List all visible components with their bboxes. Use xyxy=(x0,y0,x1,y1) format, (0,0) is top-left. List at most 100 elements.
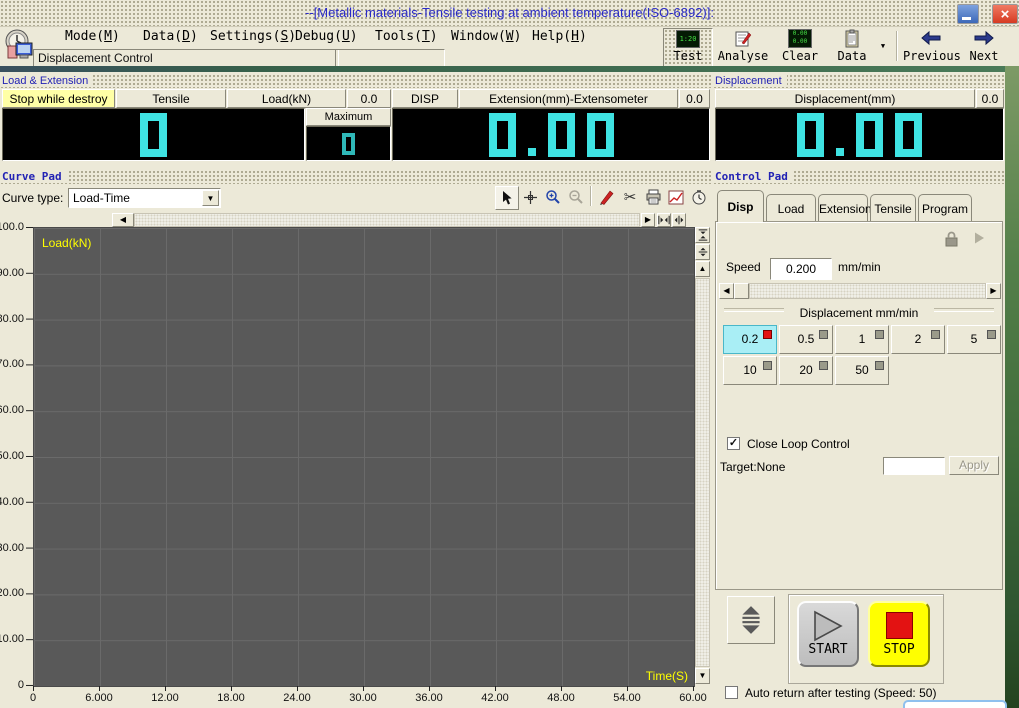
menu-mode[interactable]: Mode(M) xyxy=(65,29,120,44)
load-small-value: 0.0 xyxy=(347,89,391,108)
chart-plot-area: Load(kN) Time(S) xyxy=(33,227,695,687)
tab-load[interactable]: Load xyxy=(766,194,816,222)
menu-debug[interactable]: Debug(U) xyxy=(295,29,358,44)
segment-digit xyxy=(342,132,355,155)
tab-extension[interactable]: Extension xyxy=(818,194,872,222)
chart-fit-out-x-button[interactable] xyxy=(672,213,686,227)
x-tick-label: 12.00 xyxy=(151,692,179,704)
data-button[interactable]: Data xyxy=(831,28,873,65)
speed-button-0.5[interactable]: 0.5 xyxy=(779,325,833,354)
menu-settings[interactable]: Settings(S) xyxy=(210,29,296,44)
next-button[interactable]: Next xyxy=(963,28,1005,65)
curve-type-select[interactable]: Load-Time ▼ xyxy=(68,188,221,208)
data-dropdown-button[interactable]: ▼ xyxy=(877,28,889,65)
tab-tensile[interactable]: Tensile xyxy=(870,194,916,222)
y-axis-labels: 100.0 90.00 80.00 70.00 60.00 50.00 40.00 30.00… xyxy=(0,221,25,697)
chart-fit-out-y-button[interactable] xyxy=(695,244,710,260)
x-axis-title: Time(S) xyxy=(645,669,688,683)
crosshair-tool[interactable] xyxy=(519,186,541,208)
speed-scroll-track[interactable] xyxy=(749,283,986,299)
control-pad-panel: Control Pad Disp Load Extension Tensile … xyxy=(713,168,1005,708)
analyse-icon xyxy=(733,29,753,48)
chart-fit-in-x-button[interactable] xyxy=(657,213,671,227)
y-tick-label: 80.00 xyxy=(0,312,24,325)
section-title: Control Pad xyxy=(713,170,793,183)
target-label: Target:None xyxy=(720,460,786,474)
tensile-button[interactable]: Tensile xyxy=(116,89,226,108)
speed-scroll-right-button[interactable]: ▶ xyxy=(986,283,1001,299)
y-tick-label: 100.0 xyxy=(0,221,24,233)
minimize-button[interactable] xyxy=(957,4,979,24)
x-tick-label: 42.00 xyxy=(481,692,509,704)
speed-button-0.2[interactable]: 0.2 xyxy=(723,325,777,354)
close-loop-checkbox[interactable]: ✓ xyxy=(727,437,740,450)
test-icon: 1:20 xyxy=(676,30,700,48)
previous-button[interactable]: Previous xyxy=(903,28,961,65)
apply-button[interactable]: Apply xyxy=(949,456,999,475)
speed-button-1[interactable]: 1 xyxy=(835,325,889,354)
print-tool[interactable] xyxy=(642,186,664,208)
tab-program[interactable]: Program xyxy=(918,194,972,222)
speed-button-50[interactable]: 50 xyxy=(835,356,889,385)
chart-tool[interactable] xyxy=(665,186,687,208)
timer-tool[interactable] xyxy=(688,186,710,208)
speed-button-5[interactable]: 5 xyxy=(947,325,1001,354)
speed-scroll-left-button[interactable]: ◀ xyxy=(719,283,734,299)
extension-channel-header[interactable]: Extension(mm)-Extensometer xyxy=(459,89,678,108)
speed-button-20[interactable]: 20 xyxy=(779,356,833,385)
speed-button-2[interactable]: 2 xyxy=(891,325,945,354)
stop-while-destroy-button[interactable]: Stop while destroy xyxy=(2,89,115,108)
combo-dropdown-icon[interactable]: ▼ xyxy=(202,190,219,206)
curve-pad-panel: Curve Pad Curve type: Load-Time ▼ ✂ ◀ ▶ … xyxy=(0,168,712,708)
y-axis-ticks xyxy=(26,227,33,686)
disp-mode-button[interactable]: DISP MODE xyxy=(392,89,458,125)
chart-scroll-up-button[interactable]: ▲ xyxy=(695,261,710,277)
y-tick-label: 0 xyxy=(17,679,24,691)
speed-scroll-thumb[interactable] xyxy=(734,283,749,299)
displacement-lcd-display xyxy=(715,108,1004,161)
start-button[interactable]: START xyxy=(797,601,859,667)
flag-icon xyxy=(987,330,996,339)
stop-button[interactable]: STOP xyxy=(868,601,930,667)
menu-data[interactable]: Data(D) xyxy=(143,29,198,44)
zoom-out-tool[interactable] xyxy=(565,186,587,208)
segment-digit xyxy=(140,112,167,157)
chart-scroll-left-button[interactable]: ◀ xyxy=(112,213,134,227)
menu-tools[interactable]: Tools(T) xyxy=(375,29,438,44)
y-tick-label: 70.00 xyxy=(0,358,24,371)
menu-help[interactable]: Help(H) xyxy=(532,29,587,44)
tab-disp[interactable]: Disp xyxy=(717,190,764,222)
scissors-tool[interactable]: ✂ xyxy=(619,186,641,208)
chart-scroll-down-button[interactable]: ▼ xyxy=(695,668,710,684)
test-button[interactable]: 1:20 Test xyxy=(663,28,713,67)
speed-label: Speed xyxy=(726,260,761,274)
displacement-channel-header[interactable]: Displacement(mm) xyxy=(715,89,975,108)
pen-tool[interactable] xyxy=(596,186,618,208)
analyse-button[interactable]: Analyse xyxy=(717,28,769,65)
chart-h-scroll-track[interactable] xyxy=(134,213,640,227)
menu-window[interactable]: Window(W) xyxy=(451,29,521,44)
chart-v-scroll-track[interactable] xyxy=(695,278,710,667)
auto-return-checkbox[interactable] xyxy=(725,686,738,699)
start-stop-group: START STOP xyxy=(788,594,944,684)
tool-separator xyxy=(590,186,592,206)
x-axis-labels: 0 6.000 12.00 18.00 24.00 30.00 36.00 42.00 48.0… xyxy=(30,692,707,706)
pointer-tool[interactable] xyxy=(495,186,519,210)
speed-input[interactable] xyxy=(770,258,832,280)
x-tick-label: 18.00 xyxy=(217,692,245,704)
chart-fit-in-y-button[interactable] xyxy=(695,227,710,243)
speed-button-10[interactable]: 10 xyxy=(723,356,777,385)
load-extension-panel: Load & Extension Stop while destroy Tens… xyxy=(0,72,712,166)
window-title: --[Metallic materials-Tensile testing at… xyxy=(305,5,714,20)
zoom-in-tool[interactable] xyxy=(542,186,564,208)
close-button[interactable]: × xyxy=(992,4,1018,24)
load-channel-header[interactable]: Load(kN) xyxy=(227,89,346,108)
jog-up-down-button[interactable] xyxy=(727,596,775,644)
maximum-label: Maximum xyxy=(306,108,391,126)
clear-button[interactable]: 0.00 0.00 Clear xyxy=(777,28,823,65)
target-input[interactable] xyxy=(883,457,945,475)
left-arrow-icon: ◀ xyxy=(119,215,127,224)
analyse-label: Analyse xyxy=(717,49,769,63)
flag-icon xyxy=(819,330,828,339)
chart-scroll-right-button[interactable]: ▶ xyxy=(641,213,655,227)
